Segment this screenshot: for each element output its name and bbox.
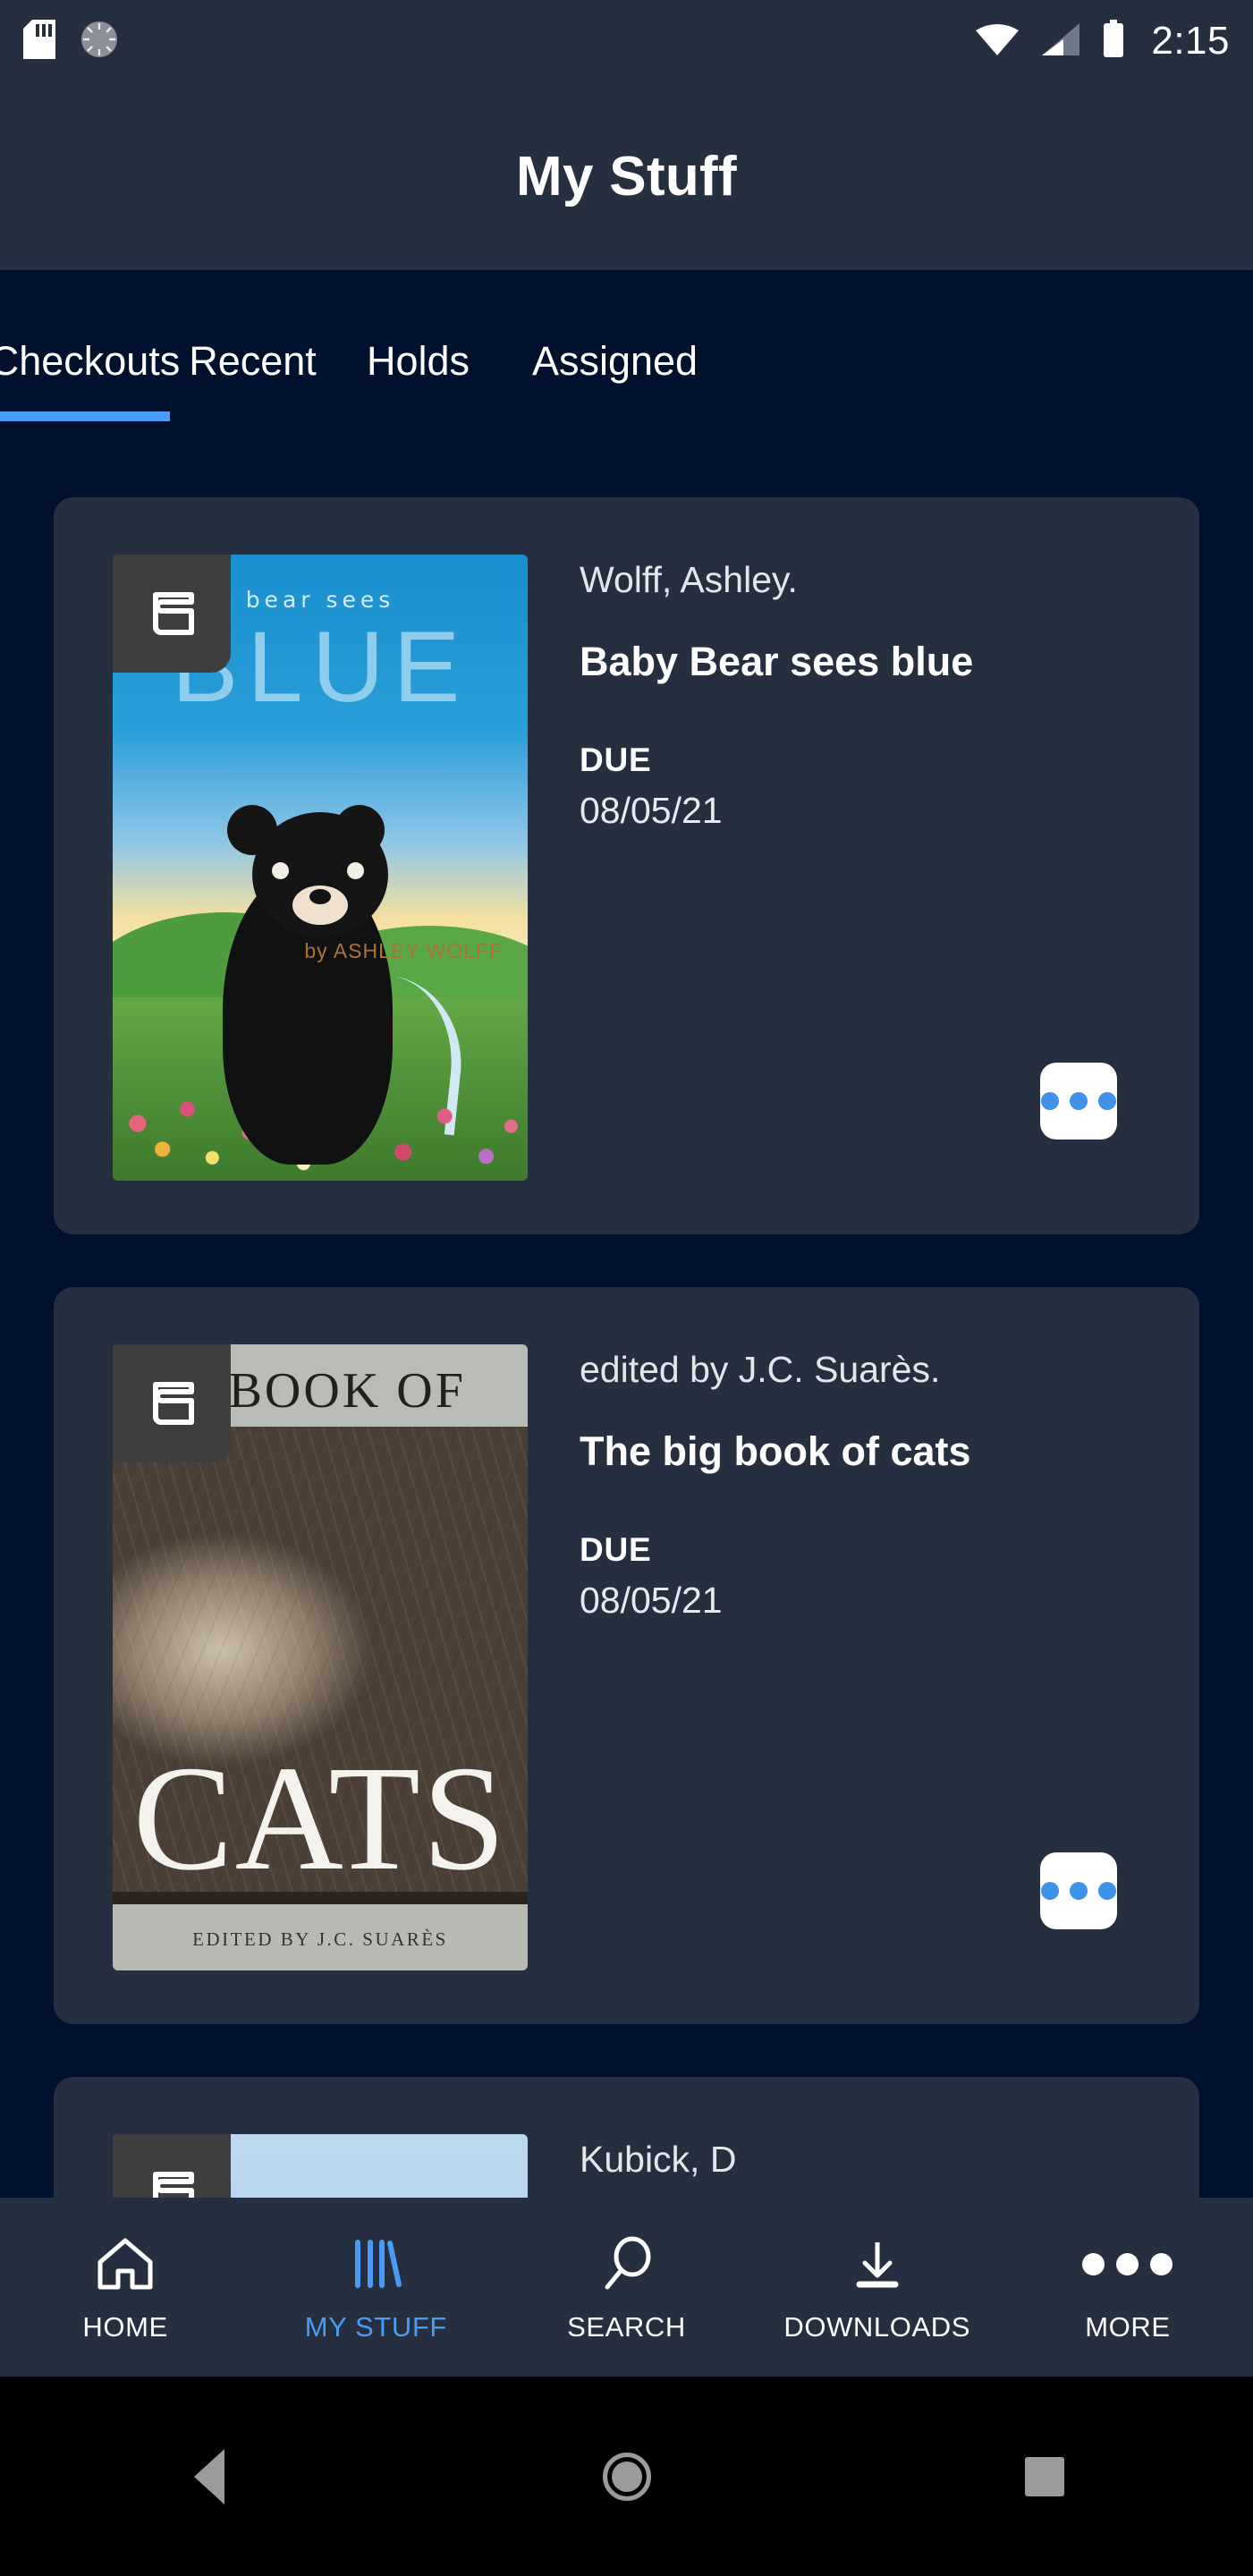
book-author: edited by J.C. Suarès. [580, 1349, 941, 1390]
nav-label: MORE [1085, 2311, 1171, 2343]
wifi-icon [974, 21, 1020, 62]
checkout-item-details: edited by J.C. Suarès. The big book of c… [528, 1287, 1199, 2024]
checkout-item-details: Kubick, D [528, 2077, 1199, 2198]
tab-label: Assigned [531, 337, 698, 384]
status-bar-right-icons: 2:15 [974, 19, 1230, 64]
book-title: The big book of cats [580, 1428, 971, 1475]
nav-item-search[interactable]: SEARCH [501, 2231, 751, 2343]
nav-item-my-stuff[interactable]: MY STUFF [250, 2231, 501, 2343]
nav-label: DOWNLOADS [783, 2311, 971, 2343]
checkout-item-details: Wolff, Ashley. Baby Bear sees blue DUE 0… [528, 497, 1199, 1234]
cover-main-text: CATS [132, 1735, 508, 1902]
tab-active-indicator [0, 411, 170, 421]
android-system-nav [0, 2377, 1253, 2576]
nav-label: SEARCH [567, 2311, 686, 2343]
format-badge [113, 2134, 231, 2198]
download-icon [847, 2231, 908, 2297]
nav-item-home[interactable]: HOME [0, 2231, 250, 2343]
app-screen: 2:15 My Stuff Checkouts Recent Holds Ass… [0, 0, 1253, 2576]
back-triangle-icon [193, 2448, 224, 2504]
cover-credit: EDITED BY J.C. SUARÈS [192, 1928, 448, 1950]
checkout-item[interactable]: bear sees BLUE by ASHLEY WOLFF Wolff, As… [54, 497, 1199, 1234]
status-bar: 2:15 [0, 0, 1253, 82]
tab-assigned[interactable]: Assigned [501, 270, 729, 445]
recents-button[interactable] [835, 2456, 1253, 2496]
cellular-signal-icon [1040, 21, 1081, 62]
home-icon [95, 2231, 156, 2297]
home-circle-icon [602, 2452, 651, 2501]
format-badge [113, 555, 231, 673]
status-bar-clock: 2:15 [1151, 19, 1230, 63]
tab-checkouts[interactable]: Checkouts [0, 270, 180, 445]
ebook-icon [144, 1374, 199, 1434]
nav-item-downloads[interactable]: DOWNLOADS [752, 2231, 1003, 2343]
nav-item-more[interactable]: MORE [1003, 2231, 1253, 2343]
page-title: My Stuff [516, 145, 737, 208]
due-label: DUE [580, 741, 652, 779]
back-button[interactable] [0, 2448, 418, 2504]
nav-label: HOME [82, 2311, 168, 2343]
books-shelf-icon [345, 2231, 406, 2297]
format-badge [113, 1344, 231, 1462]
due-date: 08/05/21 [580, 1580, 723, 1622]
sd-card-icon [23, 19, 55, 64]
book-author: Kubick, D [580, 2139, 737, 2180]
checkout-item[interactable]: G BOOK OF CATS EDITED BY J.C. SUARÈS edi… [54, 1287, 1199, 2024]
book-author: Wolff, Ashley. [580, 559, 798, 600]
due-label: DUE [580, 1531, 652, 1569]
overflow-menu-button[interactable] [1040, 1852, 1117, 1929]
book-cover[interactable] [113, 2134, 528, 2198]
tab-bar: Checkouts Recent Holds Assigned [0, 270, 1253, 445]
nav-label: MY STUFF [304, 2311, 447, 2343]
book-cover[interactable]: G BOOK OF CATS EDITED BY J.C. SUARÈS [113, 1344, 528, 1970]
battery-icon [1101, 19, 1126, 64]
book-title: Baby Bear sees blue [580, 639, 974, 685]
sync-spinner-icon [79, 19, 120, 64]
ebook-icon [144, 584, 199, 644]
book-cover[interactable]: bear sees BLUE by ASHLEY WOLFF [113, 555, 528, 1181]
tab-label: Recent [189, 337, 317, 384]
home-button[interactable] [418, 2452, 835, 2501]
checkouts-list[interactable]: bear sees BLUE by ASHLEY WOLFF Wolff, As… [0, 445, 1253, 2198]
tab-holds[interactable]: Holds [335, 270, 501, 445]
ebook-icon [144, 2164, 199, 2198]
overflow-menu-button[interactable] [1040, 1063, 1117, 1140]
tab-recent[interactable]: Recent [170, 270, 335, 445]
cover-byline: by ASHLEY WOLFF [304, 939, 503, 962]
more-dots-icon [1082, 2231, 1173, 2297]
recents-square-icon [1024, 2456, 1064, 2496]
tab-label: Checkouts [0, 337, 181, 384]
status-bar-left-icons [23, 19, 120, 64]
tab-label: Holds [366, 337, 470, 384]
bottom-navigation-bar: HOME MY STUFF SEARCH DOWNLOADS MORE [0, 2198, 1253, 2377]
app-header: My Stuff [0, 82, 1253, 270]
checkout-item[interactable]: Kubick, D [54, 2077, 1199, 2198]
due-date: 08/05/21 [580, 790, 723, 832]
search-icon [597, 2231, 657, 2297]
